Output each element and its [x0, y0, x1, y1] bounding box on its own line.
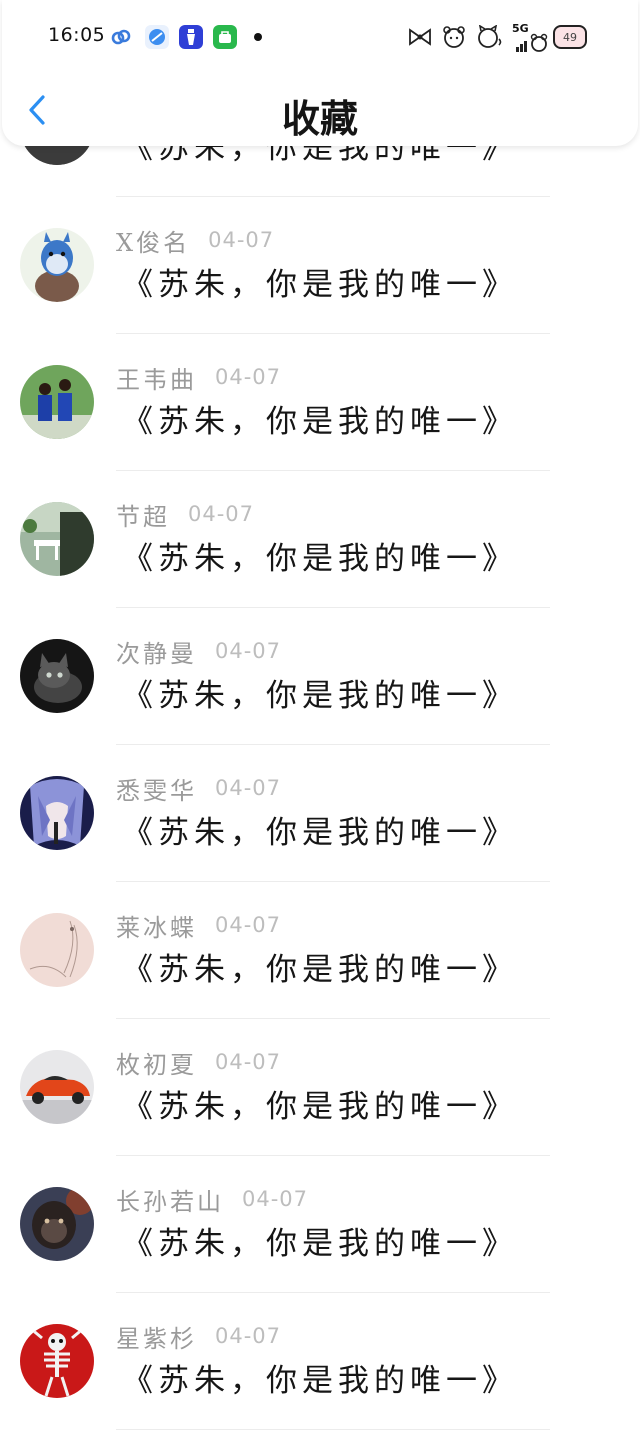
flashlight-app-icon	[179, 25, 203, 49]
item-date: 04-07	[188, 502, 255, 526]
avatar	[20, 228, 94, 302]
item-name: 王韦曲	[116, 365, 197, 394]
wifi-cat-icon	[474, 24, 506, 50]
cloud-app-icon	[109, 25, 133, 49]
list-item[interactable]: 王韦曲 04-07 《苏朱，你是我的唯一》	[0, 334, 640, 471]
app-header: 16:05 5G 49 收藏	[2, 0, 638, 146]
item-header: 王韦曲 04-07	[116, 362, 282, 394]
list-item[interactable]: 枚初夏 04-07 《苏朱，你是我的唯一》	[0, 1019, 640, 1156]
item-date: 04-07	[215, 365, 282, 389]
item-name: 枚初夏	[116, 1050, 197, 1079]
item-date: 04-07	[242, 1187, 309, 1211]
alarm-bear-icon	[440, 24, 468, 50]
status-bar: 16:05 5G 49	[2, 0, 638, 72]
item-header: 次静曼 04-07	[116, 636, 282, 668]
item-date: 04-07	[215, 913, 282, 937]
avatar	[20, 639, 94, 713]
item-message: 《苏朱，你是我的唯一》	[122, 1089, 518, 1125]
nav-bar: 收藏	[2, 72, 638, 146]
item-header: 莱冰蝶 04-07	[116, 910, 282, 942]
avatar	[20, 1187, 94, 1261]
page-title: 收藏	[281, 96, 358, 141]
item-message: 《苏朱，你是我的唯一》	[122, 1226, 518, 1262]
list-item[interactable]: 长孙若山 04-07 《苏朱，你是我的唯一》	[0, 1156, 640, 1293]
list-item[interactable]: Ⅹ俊名 04-07 《苏朱，你是我的唯一》	[0, 197, 640, 334]
item-message: 《苏朱，你是我的唯一》	[122, 404, 518, 440]
list-item[interactable]: 悉雯华 04-07 《苏朱，你是我的唯一》	[0, 745, 640, 882]
item-message: 《苏朱，你是我的唯一》	[122, 678, 518, 714]
item-name: 星紫杉	[116, 1324, 197, 1353]
list-item[interactable]: 莱冰蝶 04-07 《苏朱，你是我的唯一》	[0, 882, 640, 1019]
item-name: 次静曼	[116, 639, 197, 668]
avatar	[20, 502, 94, 576]
avatar	[20, 776, 94, 850]
item-message: 《苏朱，你是我的唯一》	[122, 952, 518, 988]
item-date: 04-07	[215, 1324, 282, 1348]
item-header: 悉雯华 04-07	[116, 773, 282, 805]
item-header: 长孙若山 04-07	[116, 1184, 309, 1216]
item-message: 《苏朱，你是我的唯一》	[122, 1363, 518, 1399]
favorites-list: 《苏朱，你是我的唯一》 Ⅹ俊名 04-07 《苏朱，你是我的唯一》 王韦曲 04…	[0, 60, 640, 1430]
avatar	[20, 913, 94, 987]
item-name: 悉雯华	[116, 776, 197, 805]
bow-icon	[406, 24, 434, 50]
wallet-app-icon	[213, 25, 237, 49]
item-message: 《苏朱，你是我的唯一》	[122, 267, 518, 303]
item-header: 枚初夏 04-07	[116, 1047, 282, 1079]
avatar	[20, 1050, 94, 1124]
item-date: 04-07	[208, 228, 275, 252]
item-header: Ⅹ俊名 04-07	[116, 225, 275, 257]
item-date: 04-07	[215, 776, 282, 800]
item-header: 节超 04-07	[116, 499, 255, 531]
browser-app-icon	[145, 25, 169, 49]
item-date: 04-07	[215, 1050, 282, 1074]
item-date: 04-07	[215, 639, 282, 663]
battery-icon: 49	[553, 25, 587, 49]
item-name: 莱冰蝶	[116, 913, 197, 942]
notification-dot-icon	[254, 33, 262, 41]
avatar	[20, 365, 94, 439]
item-name: 节超	[116, 502, 170, 531]
item-message: 《苏朱，你是我的唯一》	[122, 815, 518, 851]
signal-bear-icon	[514, 30, 550, 56]
item-header: 星紫杉 04-07	[116, 1321, 282, 1353]
item-message: 《苏朱，你是我的唯一》	[122, 541, 518, 577]
item-name: Ⅹ俊名	[116, 228, 191, 257]
status-time: 16:05	[48, 24, 106, 46]
list-item[interactable]: 节超 04-07 《苏朱，你是我的唯一》	[0, 471, 640, 608]
list-item[interactable]: 次静曼 04-07 《苏朱，你是我的唯一》	[0, 608, 640, 745]
list-item[interactable]: 星紫杉 04-07 《苏朱，你是我的唯一》	[0, 1293, 640, 1430]
item-name: 长孙若山	[116, 1187, 224, 1216]
avatar	[20, 1324, 94, 1398]
